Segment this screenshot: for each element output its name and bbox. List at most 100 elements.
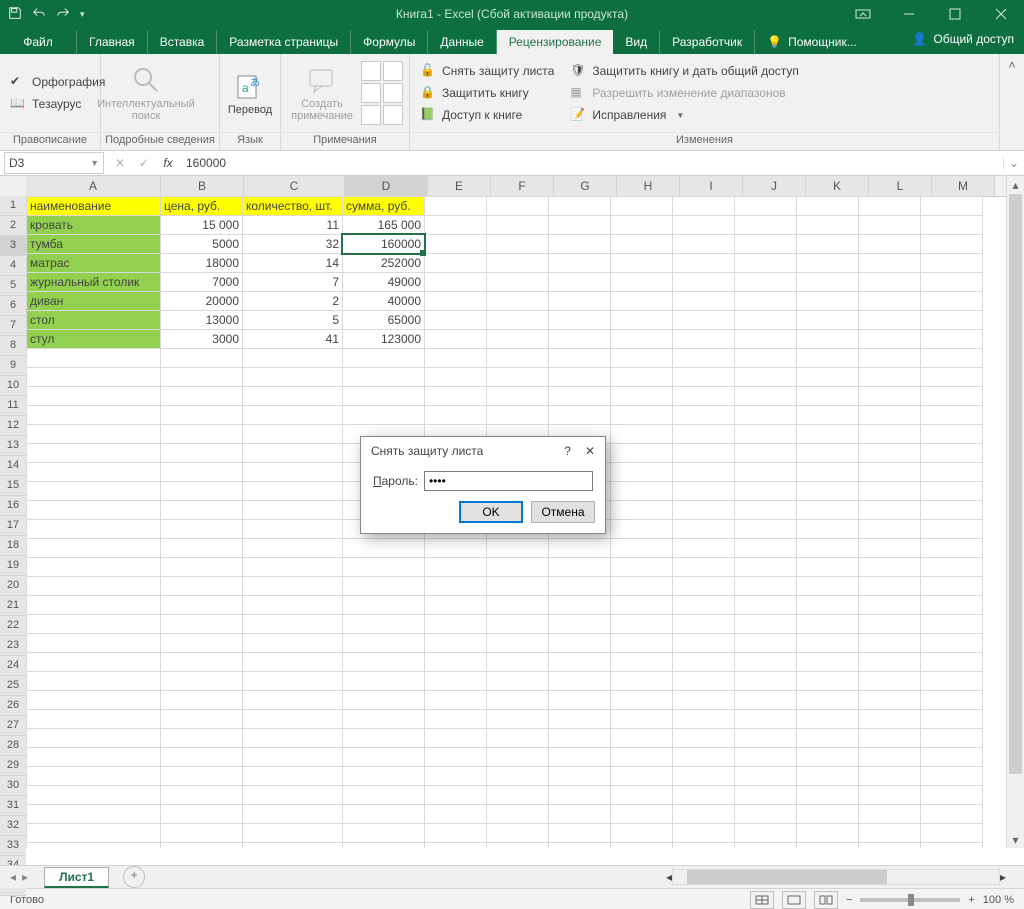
cell[interactable]	[859, 805, 921, 824]
cell[interactable]	[921, 615, 983, 634]
cell[interactable]	[673, 615, 735, 634]
cell[interactable]	[921, 843, 983, 849]
cell[interactable]	[859, 368, 921, 387]
cell[interactable]	[487, 672, 549, 691]
cell[interactable]: 160000	[343, 235, 425, 254]
sheet-tab[interactable]: Лист1	[44, 867, 109, 888]
password-input[interactable]	[424, 471, 593, 491]
cell[interactable]	[549, 406, 611, 425]
cell[interactable]	[161, 387, 243, 406]
tab-insert[interactable]: Вставка	[148, 30, 218, 54]
tab-data[interactable]: Данные	[428, 30, 496, 54]
cell[interactable]	[735, 520, 797, 539]
cell[interactable]	[921, 254, 983, 273]
cell[interactable]	[487, 254, 549, 273]
cell[interactable]	[27, 387, 161, 406]
cell[interactable]: 40000	[343, 292, 425, 311]
cell[interactable]	[243, 444, 343, 463]
cell[interactable]	[859, 729, 921, 748]
cell[interactable]	[611, 425, 673, 444]
cell[interactable]	[161, 710, 243, 729]
cell[interactable]	[27, 501, 161, 520]
cell[interactable]	[425, 577, 487, 596]
cell[interactable]	[27, 520, 161, 539]
cell[interactable]	[735, 235, 797, 254]
cell[interactable]	[673, 748, 735, 767]
row-header[interactable]: 9	[0, 356, 26, 376]
cell[interactable]	[735, 691, 797, 710]
cell[interactable]: наименование	[27, 197, 161, 216]
row-header[interactable]: 6	[0, 296, 26, 316]
cell[interactable]	[549, 786, 611, 805]
cell[interactable]	[673, 463, 735, 482]
cell[interactable]	[487, 748, 549, 767]
cell[interactable]	[243, 387, 343, 406]
cell[interactable]	[859, 406, 921, 425]
cell[interactable]	[343, 349, 425, 368]
cell[interactable]	[611, 520, 673, 539]
cell[interactable]	[27, 615, 161, 634]
cell[interactable]	[487, 691, 549, 710]
cell[interactable]	[27, 786, 161, 805]
cell[interactable]	[549, 824, 611, 843]
cell[interactable]	[673, 501, 735, 520]
cell[interactable]	[859, 691, 921, 710]
cell[interactable]	[161, 406, 243, 425]
row-header[interactable]: 33	[0, 836, 26, 856]
cell[interactable]	[797, 634, 859, 653]
cell[interactable]	[487, 805, 549, 824]
cell[interactable]	[243, 425, 343, 444]
undo-icon[interactable]	[32, 6, 46, 23]
cell[interactable]	[735, 710, 797, 729]
column-header[interactable]: K	[806, 176, 869, 196]
cell[interactable]	[161, 558, 243, 577]
cell[interactable]	[161, 463, 243, 482]
cell[interactable]	[859, 254, 921, 273]
cell[interactable]	[549, 349, 611, 368]
cell[interactable]	[673, 235, 735, 254]
cell[interactable]	[161, 482, 243, 501]
cell[interactable]	[549, 710, 611, 729]
cell[interactable]	[735, 254, 797, 273]
cell[interactable]	[425, 767, 487, 786]
cell[interactable]	[487, 330, 549, 349]
cell[interactable]	[859, 539, 921, 558]
cell[interactable]	[425, 558, 487, 577]
name-box[interactable]: D3▼	[4, 152, 104, 174]
cell[interactable]	[343, 615, 425, 634]
cell[interactable]	[425, 672, 487, 691]
row-header[interactable]: 18	[0, 536, 26, 556]
cell[interactable]	[859, 482, 921, 501]
zoom-slider-thumb[interactable]	[908, 894, 914, 906]
row-header[interactable]: 29	[0, 756, 26, 776]
cell[interactable]	[921, 349, 983, 368]
cell[interactable]	[673, 710, 735, 729]
cell[interactable]	[27, 634, 161, 653]
track-changes-button[interactable]: 📝Исправления▼	[566, 105, 803, 125]
minimize-button[interactable]	[886, 0, 932, 28]
cell[interactable]	[487, 539, 549, 558]
cell[interactable]	[921, 273, 983, 292]
cell[interactable]	[343, 843, 425, 849]
cell[interactable]	[243, 482, 343, 501]
cell[interactable]	[797, 786, 859, 805]
cell[interactable]	[859, 311, 921, 330]
row-header[interactable]: 10	[0, 376, 26, 396]
row-header[interactable]: 13	[0, 436, 26, 456]
page-break-view-button[interactable]	[814, 891, 838, 909]
cell[interactable]	[673, 558, 735, 577]
cell[interactable]	[797, 463, 859, 482]
tab-page-layout[interactable]: Разметка страницы	[217, 30, 351, 54]
dialog-help-button[interactable]: ?	[564, 444, 571, 458]
cell[interactable]	[487, 235, 549, 254]
sheet-prev-icon[interactable]: ◂	[10, 870, 16, 884]
cell[interactable]	[921, 444, 983, 463]
cell[interactable]	[27, 349, 161, 368]
cell[interactable]	[921, 558, 983, 577]
cell[interactable]	[549, 254, 611, 273]
cell[interactable]	[611, 482, 673, 501]
cell[interactable]	[549, 311, 611, 330]
cell[interactable]	[921, 691, 983, 710]
cell[interactable]	[611, 596, 673, 615]
cell[interactable]	[859, 520, 921, 539]
